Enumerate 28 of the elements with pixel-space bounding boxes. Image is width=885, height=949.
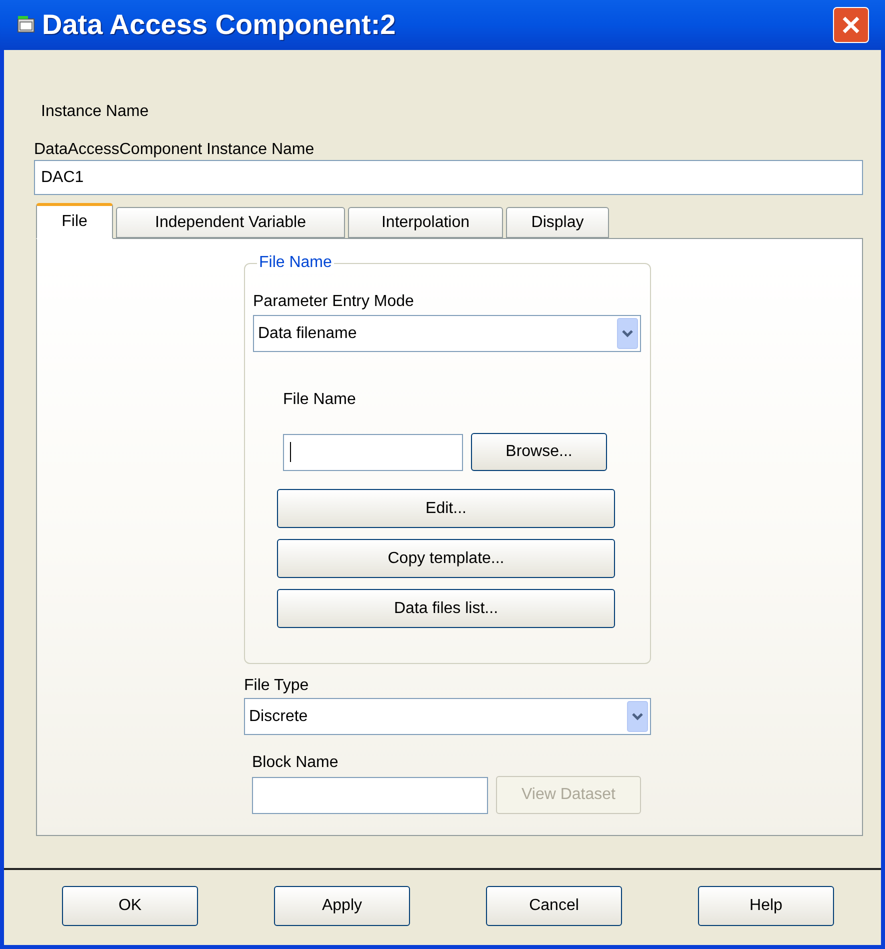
- field-label: File Name: [283, 390, 357, 410]
- entry-mode-dropdown[interactable]: Data filename: [253, 315, 641, 352]
- dialog-button[interactable]: Apply: [274, 886, 410, 926]
- close-icon: [840, 14, 862, 36]
- close-button[interactable]: [833, 7, 869, 43]
- tab[interactable]: Interpolation: [348, 207, 503, 238]
- action-button[interactable]: Copy template...: [277, 539, 615, 578]
- window-app-icon: [16, 15, 36, 35]
- tab[interactable]: Display: [506, 207, 609, 238]
- action-button[interactable]: Edit...: [277, 489, 615, 528]
- text-cursor: [290, 442, 291, 462]
- file-type-dropdown[interactable]: Discrete: [244, 698, 651, 735]
- field-label: Parameter Entry Mode: [253, 292, 415, 312]
- section-heading: Instance Name: [41, 102, 150, 122]
- field-label: DataAccessComponent Instance Name: [34, 140, 316, 160]
- window-title: Data Access Component:2: [42, 8, 396, 42]
- tab[interactable]: File: [36, 203, 113, 239]
- action-button[interactable]: Data files list...: [277, 589, 615, 628]
- field-label: File Type: [244, 676, 310, 696]
- file-name-field[interactable]: [283, 434, 463, 470]
- browse-button[interactable]: Browse...: [471, 433, 607, 471]
- instance-name-field[interactable]: DAC1: [34, 160, 863, 195]
- tab[interactable]: Independent Variable: [116, 207, 345, 238]
- field-label: Block Name: [252, 753, 340, 773]
- block-name-field[interactable]: [252, 776, 488, 814]
- dialog-button[interactable]: Help: [698, 886, 834, 926]
- dialog-button[interactable]: Cancel: [486, 886, 622, 926]
- dialog-button[interactable]: OK: [62, 886, 198, 926]
